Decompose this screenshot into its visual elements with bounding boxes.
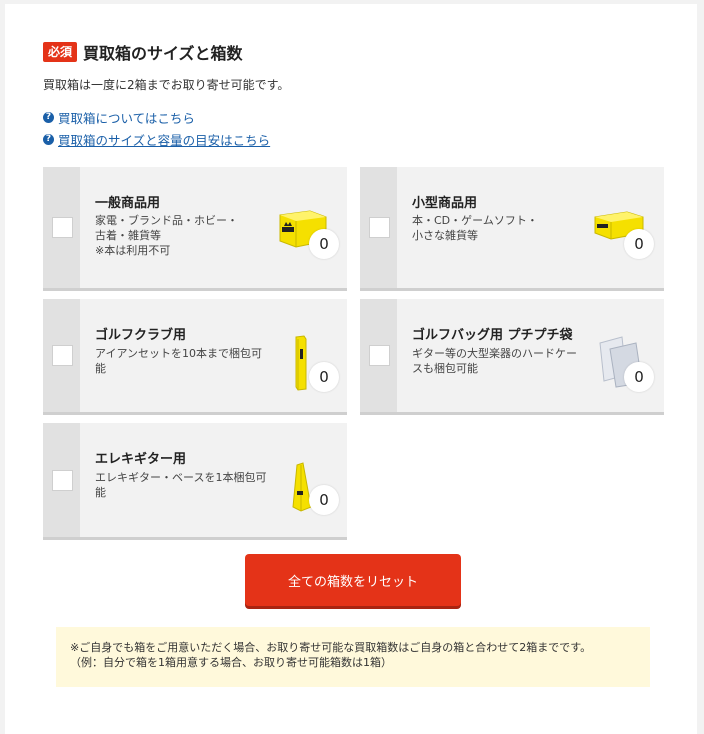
box-count[interactable]: 0 <box>309 485 339 515</box>
box-count[interactable]: 0 <box>624 229 654 259</box>
box-card-golf-club[interactable]: ゴルフクラブ用 アイアンセットを10本まで梱包可 能 0 <box>43 299 347 415</box>
box-card-small[interactable]: 小型商品用 本・CD・ゲームソフト・ 小さな雑貨等 0 <box>360 167 664 291</box>
card-title: ゴルフクラブ用 <box>95 328 187 343</box>
question-icon: ? <box>43 134 54 145</box>
card-description: ギター等の大型楽器のハードケー スも梱包可能 <box>412 347 577 375</box>
link-label[interactable]: 買取箱のサイズと容量の目安はこちら <box>58 130 270 149</box>
box-count[interactable]: 0 <box>624 362 654 392</box>
card-description: アイアンセットを10本まで梱包可 能 <box>95 347 263 375</box>
notice-box: ※ご自身でも箱をご用意いただく場合、お取り寄せ可能な買取箱数はご自身の箱と合わせ… <box>56 627 650 687</box>
required-badge: 必須 <box>43 42 78 62</box>
card-description: エレキギター・ベースを1本梱包可 能 <box>95 471 267 499</box>
box-checkbox[interactable] <box>369 217 390 238</box>
box-count[interactable]: 0 <box>309 229 339 259</box>
reset-all-button[interactable]: 全ての箱数をリセット <box>245 554 461 606</box>
box-card-electric-guitar[interactable]: エレキギター用 エレキギター・ベースを1本梱包可 能 0 <box>43 423 347 540</box>
notice-line: ※ご自身でも箱をご用意いただく場合、お取り寄せ可能な買取箱数はご自身の箱と合わせ… <box>70 641 592 654</box>
notice-line: （例：自分で箱を1箱用意する場合、お取り寄せ可能箱数は1箱） <box>70 656 392 669</box>
section-heading: 必須 買取箱のサイズと箱数 <box>43 40 243 64</box>
box-count[interactable]: 0 <box>309 362 339 392</box>
card-description: 家電・ブランド品・ホビー・ 古着・雑貨等 ※本は利用不可 <box>95 214 238 257</box>
box-checkbox[interactable] <box>52 470 73 491</box>
box-checkbox[interactable] <box>369 345 390 366</box>
link-box-sizes[interactable]: ? 買取箱のサイズと容量の目安はこちら <box>43 130 270 149</box>
form-panel: 必須 買取箱のサイズと箱数 買取箱は一度に2箱までお取り寄せ可能です。 ? 買取… <box>5 4 697 734</box>
question-icon: ? <box>43 112 54 123</box>
link-label[interactable]: 買取箱についてはこちら <box>58 108 195 127</box>
box-card-golf-bag[interactable]: ゴルフバッグ用 プチプチ袋 ギター等の大型楽器のハードケー スも梱包可能 0 <box>360 299 664 415</box>
box-checkbox[interactable] <box>52 217 73 238</box>
box-checkbox[interactable] <box>52 345 73 366</box>
link-about-boxes[interactable]: ? 買取箱についてはこちら <box>43 108 195 127</box>
section-subtitle: 買取箱は一度に2箱までお取り寄せ可能です。 <box>43 78 290 92</box>
golf-club-box-icon <box>295 335 307 391</box>
card-title: ゴルフバッグ用 プチプチ袋 <box>412 328 573 343</box>
card-title: エレキギター用 <box>95 452 187 467</box>
section-title: 買取箱のサイズと箱数 <box>83 44 243 63</box>
card-description: 本・CD・ゲームソフト・ 小さな雑貨等 <box>412 214 538 242</box>
card-title: 一般商品用 <box>95 196 161 211</box>
box-card-general[interactable]: 一般商品用 家電・ブランド品・ホビー・ 古着・雑貨等 ※本は利用不可 0 <box>43 167 347 291</box>
card-title: 小型商品用 <box>412 196 478 211</box>
